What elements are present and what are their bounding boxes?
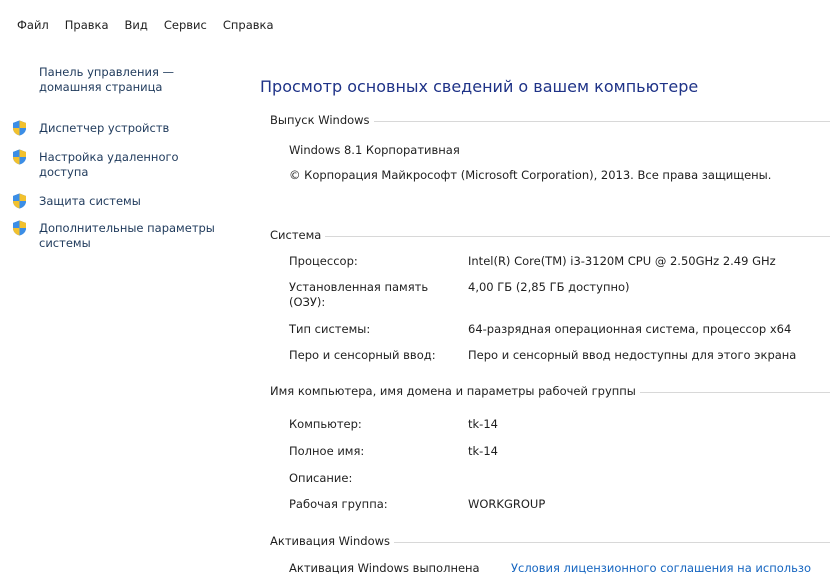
sidebar-item-remote-settings[interactable]: Настройка удаленного доступа	[12, 149, 229, 180]
group-header-activation: Активация Windows	[270, 534, 830, 548]
sidebar-item-system-protection[interactable]: Защита системы	[12, 193, 229, 209]
computer-name-value: tk-14	[468, 417, 498, 431]
group-header-system: Система	[270, 228, 830, 242]
uac-shield-icon	[13, 193, 26, 209]
menu-view[interactable]: Вид	[119, 18, 154, 32]
sidebar-item-label: Дополнительные параметры системы	[39, 221, 215, 250]
full-name-value: tk-14	[468, 444, 498, 458]
main-content: Просмотр основных сведений о вашем компь…	[250, 52, 832, 579]
description-label: Описание:	[289, 471, 353, 485]
pen-touch-label: Перо и сенсорный ввод:	[289, 348, 436, 362]
menu-help[interactable]: Справка	[217, 18, 280, 32]
uac-shield-icon	[13, 149, 26, 165]
sidebar: Панель управления — домашняя страница Ди…	[0, 52, 250, 579]
group-header-label: Система	[270, 228, 322, 242]
workgroup-value: WORKGROUP	[468, 497, 546, 511]
menu-file[interactable]: Файл	[17, 18, 55, 32]
sidebar-item-label: Настройка удаленного доступа	[39, 150, 179, 179]
group-header-label: Имя компьютера, имя домена и параметры р…	[270, 384, 636, 398]
divider	[639, 391, 830, 393]
computer-name-label: Компьютер:	[289, 417, 362, 431]
menu-edit[interactable]: Правка	[59, 18, 115, 32]
workgroup-label: Рабочая группа:	[289, 497, 388, 511]
sidebar-item-advanced-settings[interactable]: Дополнительные параметры системы	[12, 220, 229, 251]
control-panel-home-link[interactable]: Панель управления — домашняя страница	[39, 65, 229, 95]
group-header-label: Активация Windows	[270, 534, 391, 548]
license-terms-link[interactable]: Условия лицензионного соглашения на испо…	[511, 561, 811, 575]
page-title: Просмотр основных сведений о вашем компь…	[260, 77, 699, 96]
menu-bar: Файл Правка Вид Сервис Справка	[0, 0, 832, 52]
menu-items: Файл Правка Вид Сервис Справка	[17, 18, 284, 32]
uac-shield-icon	[13, 220, 26, 236]
full-name-label: Полное имя:	[289, 444, 365, 458]
sidebar-item-label: Защита системы	[39, 194, 141, 208]
memory-value: 4,00 ГБ (2,85 ГБ доступно)	[468, 280, 630, 294]
processor-value: Intel(R) Core(TM) i3-3120M CPU @ 2.50GHz…	[468, 254, 776, 268]
group-header-computer: Имя компьютера, имя домена и параметры р…	[270, 384, 830, 398]
processor-label: Процессор:	[289, 254, 358, 268]
memory-label: Установленная память (ОЗУ):	[289, 280, 429, 309]
uac-shield-icon	[13, 120, 26, 136]
copyright-text: © Корпорация Майкрософт (Microsoft Corpo…	[289, 168, 772, 182]
system-type-label: Тип системы:	[289, 322, 371, 336]
divider	[325, 235, 830, 237]
activation-status: Активация Windows выполнена	[289, 561, 480, 575]
pen-touch-value: Перо и сенсорный ввод недоступны для это…	[468, 348, 797, 362]
system-type-value: 64-разрядная операционная система, проце…	[468, 322, 792, 336]
sidebar-item-label: Диспетчер устройств	[39, 121, 170, 135]
group-header-label: Выпуск Windows	[270, 113, 370, 127]
menu-tools[interactable]: Сервис	[158, 18, 213, 32]
sidebar-item-device-manager[interactable]: Диспетчер устройств	[12, 120, 229, 136]
divider	[394, 541, 830, 543]
divider	[373, 120, 830, 122]
windows-edition-name: Windows 8.1 Корпоративная	[289, 143, 460, 157]
group-header-edition: Выпуск Windows	[270, 113, 830, 127]
